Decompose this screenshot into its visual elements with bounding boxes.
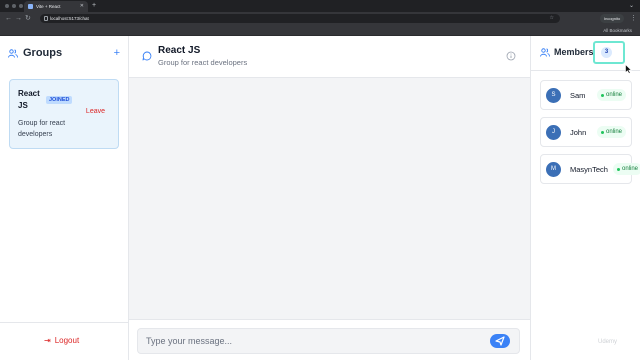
message-composer <box>129 319 530 360</box>
groups-title: Groups <box>23 47 63 59</box>
group-description: Group for react developers <box>18 120 66 138</box>
logout-label: Logout <box>54 336 80 345</box>
chat-panel: React JS Group for react developers <box>129 36 530 360</box>
sidebar-footer: ⇥ Logout <box>0 322 128 360</box>
users-icon <box>540 48 550 57</box>
close-tab-icon[interactable]: ✕ <box>80 1 84 12</box>
chat-header: React JS Group for react developers <box>129 36 530 78</box>
window-controls[interactable] <box>5 4 23 8</box>
tab-strip: Vite + React ✕ + ⌄ <box>0 0 640 12</box>
udemy-watermark: Udemy <box>598 339 618 345</box>
site-info-icon[interactable] <box>44 16 48 21</box>
groups-header: Groups + <box>8 46 120 60</box>
add-group-button[interactable]: + <box>114 46 120 60</box>
tab-search-icon[interactable]: ⌄ <box>629 0 634 12</box>
online-dot-icon <box>601 131 604 134</box>
message-input[interactable] <box>137 328 520 354</box>
message-circle-icon <box>142 51 152 61</box>
all-bookmarks-link[interactable]: All Bookmarks <box>603 25 632 36</box>
highlight-annotation <box>593 41 625 64</box>
info-icon[interactable] <box>506 51 516 61</box>
status-badge: online <box>597 89 627 101</box>
tab-title: Vite + React <box>36 4 61 9</box>
member-name: MasynTech <box>570 165 608 174</box>
browser-tab[interactable]: Vite + React ✕ <box>24 1 88 12</box>
vite-favicon-icon <box>28 4 33 9</box>
member-item[interactable]: M MasynTech online <box>540 154 640 184</box>
logout-icon: ⇥ <box>44 336 51 345</box>
group-name: React JS <box>18 89 40 110</box>
chat-subtitle: Group for react developers <box>158 58 248 67</box>
bookmark-star-icon[interactable]: ☆ <box>550 14 554 23</box>
avatar: S <box>546 88 561 103</box>
status-badge: online <box>613 163 640 175</box>
send-button[interactable] <box>490 334 510 348</box>
joined-badge: JOINED <box>46 96 73 104</box>
member-name: John <box>570 128 587 137</box>
mouse-cursor-icon <box>625 64 632 74</box>
back-icon[interactable]: ← <box>5 12 12 25</box>
chat-app: Groups + React JS JOINED Leave Group for… <box>0 36 640 360</box>
online-dot-icon <box>617 168 620 171</box>
logout-button[interactable]: ⇥ Logout <box>44 336 79 346</box>
groups-sidebar: Groups + React JS JOINED Leave Group for… <box>0 36 129 360</box>
reload-icon[interactable]: ↻ <box>25 12 31 25</box>
browser-menu-icon[interactable]: ⋮ <box>630 12 637 25</box>
chat-title: React JS <box>158 45 201 56</box>
members-header: Members 3 <box>531 36 640 74</box>
leave-group-button[interactable]: Leave <box>86 108 105 115</box>
browser-toolbar: ← → ↻ localhost:5173/chat ☆ Incognito ⋮ <box>0 12 640 25</box>
avatar: J <box>546 125 561 140</box>
member-item[interactable]: S Sam online <box>540 80 632 110</box>
member-item[interactable]: J John online <box>540 117 632 147</box>
browser-chrome: Vite + React ✕ + ⌄ ← → ↻ localhost:5173/… <box>0 0 640 36</box>
users-icon <box>8 49 18 58</box>
members-title: Members <box>554 47 594 57</box>
members-panel: Members 3 S Sam online J John online M M… <box>530 36 640 360</box>
group-item-react-js[interactable]: React JS JOINED Leave Group for react de… <box>9 79 119 149</box>
forward-icon[interactable]: → <box>15 12 22 25</box>
status-badge: online <box>597 126 627 138</box>
online-dot-icon <box>601 94 604 97</box>
send-icon <box>495 336 505 346</box>
new-tab-icon[interactable]: + <box>92 0 96 12</box>
address-bar[interactable]: localhost:5173/chat ☆ <box>40 14 560 23</box>
avatar: M <box>546 162 561 177</box>
member-name: Sam <box>570 91 586 100</box>
url-text: localhost:5173/chat <box>50 16 89 21</box>
bookmarks-bar: All Bookmarks <box>0 25 640 36</box>
incognito-badge[interactable]: Incognito <box>600 14 625 23</box>
